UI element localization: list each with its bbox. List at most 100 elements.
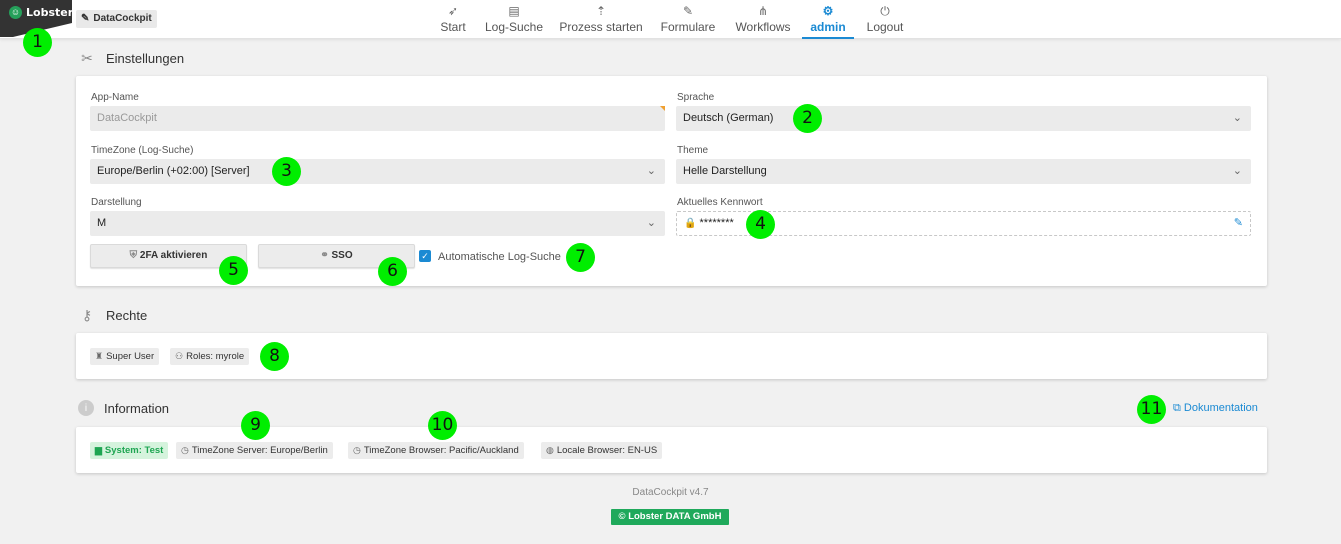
password-value: ******** bbox=[699, 217, 734, 229]
timezone-select[interactable]: Europe/Berlin (+02:00) [Server] ⌄ bbox=[90, 159, 665, 184]
sso-label: SSO bbox=[331, 250, 353, 261]
chevron-down-icon: ⌄ bbox=[1232, 112, 1242, 124]
nav-start-label: Start bbox=[440, 20, 466, 34]
enable-2fa-label: 2FA aktivieren bbox=[139, 250, 208, 261]
super-user-tag: ♜ Super User bbox=[90, 348, 160, 365]
company-label: Lobster DATA GmbH bbox=[628, 511, 722, 522]
marker-9: 9 bbox=[241, 411, 270, 440]
globe-icon: ◍ bbox=[546, 445, 554, 455]
user-secret-icon: ♜ bbox=[95, 351, 104, 361]
pencil-icon[interactable]: ✎ bbox=[1234, 212, 1243, 235]
tools-icon: ✂ bbox=[81, 49, 93, 66]
edit-icon: ✎ bbox=[682, 4, 694, 18]
company-badge[interactable]: © Lobster DATA GmbH bbox=[611, 509, 729, 525]
clock-icon: ◷ bbox=[353, 445, 361, 455]
field-indicator bbox=[660, 106, 665, 111]
app-name-label: App-Name bbox=[91, 92, 139, 103]
app-chip[interactable]: ✎ DataCockpit bbox=[76, 10, 157, 28]
nav-log-suche-label: Log-Suche bbox=[484, 20, 544, 34]
pencil-icon: ✎ bbox=[81, 13, 90, 24]
timezone-browser-tag: ◷ TimeZone Browser: Pacific/Auckland bbox=[348, 442, 524, 459]
logo-text: Lobster bbox=[26, 6, 74, 19]
marker-1: 1 bbox=[23, 28, 52, 57]
auto-log-search-checkbox[interactable]: ✓ bbox=[419, 250, 431, 262]
users-icon: ⚇ bbox=[175, 351, 184, 361]
chevron-down-icon: ⌄ bbox=[1232, 165, 1242, 177]
timezone-server-label: TimeZone Server: Europe/Berlin bbox=[191, 445, 328, 456]
system-label: System: Test bbox=[104, 445, 164, 456]
display-label: Darstellung bbox=[91, 197, 142, 208]
log-file-icon: ▤ bbox=[508, 4, 520, 18]
timezone-server-tag: ◷ TimeZone Server: Europe/Berlin bbox=[176, 442, 333, 459]
nav-logout-label: Logout bbox=[866, 20, 904, 34]
workflow-icon: ⋔ bbox=[757, 4, 769, 18]
timezone-value: Europe/Berlin (+02:00) [Server] bbox=[97, 165, 250, 177]
marker-3: 3 bbox=[272, 157, 301, 186]
timezone-label: TimeZone (Log-Suche) bbox=[91, 145, 194, 156]
upload-icon: ⇡ bbox=[595, 4, 607, 18]
app-name-field: DataCockpit bbox=[90, 106, 665, 131]
display-select[interactable]: M ⌄ bbox=[90, 211, 665, 236]
locale-browser-label: Locale Browser: EN-US bbox=[556, 445, 658, 456]
theme-label: Theme bbox=[677, 145, 709, 156]
marker-7: 7 bbox=[566, 243, 595, 272]
chevron-down-icon: ⌄ bbox=[646, 165, 656, 177]
lock-icon: 🔒 bbox=[684, 218, 697, 229]
copyright-icon: © bbox=[618, 511, 626, 522]
marker-10: 10 bbox=[428, 411, 457, 440]
rights-section-title: ⚷ Rechte bbox=[78, 306, 147, 324]
password-label: Aktuelles Kennwort bbox=[677, 197, 763, 208]
shield-icon: ⛨ bbox=[129, 250, 138, 261]
nav-logout[interactable]: ⏻ Logout bbox=[862, 0, 908, 39]
user-gear-icon: ⚙ bbox=[822, 4, 834, 18]
language-select[interactable]: Deutsch (German) ⌄ bbox=[676, 106, 1251, 131]
marker-8: 8 bbox=[260, 342, 289, 371]
nav-formulare[interactable]: ✎ Formulare bbox=[656, 0, 720, 39]
timezone-browser-label: TimeZone Browser: Pacific/Auckland bbox=[363, 445, 519, 456]
roles-label: Roles: myrole bbox=[186, 351, 245, 362]
power-icon: ⏻ bbox=[880, 4, 890, 18]
rocket-icon: ➶ bbox=[447, 4, 459, 18]
app-name-value: DataCockpit bbox=[97, 112, 157, 124]
nav-prozess-starten[interactable]: ⇡ Prozess starten bbox=[557, 0, 645, 39]
rights-card: ♜ Super User ⚇ Roles: myrole bbox=[76, 333, 1267, 379]
marker-6: 6 bbox=[378, 257, 407, 286]
marker-11: 11 bbox=[1137, 395, 1166, 424]
lobster-logo-icon: ☺ bbox=[9, 6, 22, 19]
documentation-label: Dokumentation bbox=[1183, 402, 1258, 414]
rights-title: Rechte bbox=[106, 307, 148, 323]
nav-workflows[interactable]: ⋔ Workflows bbox=[730, 0, 796, 39]
locale-browser-tag: ◍ Locale Browser: EN-US bbox=[541, 442, 663, 459]
theme-value: Helle Darstellung bbox=[683, 165, 767, 177]
super-user-label: Super User bbox=[106, 351, 155, 362]
marker-5: 5 bbox=[219, 256, 248, 285]
nav-prozess-starten-label: Prozess starten bbox=[559, 20, 643, 34]
marker-2: 2 bbox=[793, 104, 822, 133]
settings-section-title: ✂ Einstellungen bbox=[78, 49, 184, 67]
settings-card: App-Name DataCockpit Sprache Deutsch (Ge… bbox=[76, 76, 1267, 286]
language-value: Deutsch (German) bbox=[683, 112, 774, 124]
nav-start[interactable]: ➶ Start bbox=[433, 0, 473, 39]
nav-formulare-label: Formulare bbox=[660, 20, 716, 34]
info-icon: i bbox=[78, 400, 94, 416]
documentation-link[interactable]: ⧉ Dokumentation bbox=[1173, 402, 1258, 415]
nav-admin[interactable]: ⚙ admin bbox=[802, 0, 854, 39]
nav-log-suche[interactable]: ▤ Log-Suche bbox=[482, 0, 546, 39]
key-icon: ⚷ bbox=[81, 306, 93, 323]
system-tag: ▆ System: Test bbox=[90, 442, 169, 459]
settings-title: Einstellungen bbox=[106, 50, 185, 66]
footer-version: DataCockpit v4.7 bbox=[632, 487, 709, 498]
display-value: M bbox=[97, 217, 107, 229]
theme-select[interactable]: Helle Darstellung ⌄ bbox=[676, 159, 1251, 184]
monitor-icon: ▆ bbox=[95, 445, 102, 455]
app-chip-label: DataCockpit bbox=[93, 13, 152, 24]
marker-4: 4 bbox=[746, 210, 775, 239]
auto-log-search-label: Automatische Log-Suche bbox=[438, 251, 561, 263]
clock-icon: ◷ bbox=[181, 445, 189, 455]
link-icon: ⚭ bbox=[320, 250, 329, 261]
nav-admin-label: admin bbox=[810, 20, 846, 34]
info-title: Information bbox=[104, 400, 170, 416]
top-bar: ☺ Lobster ✎ DataCockpit ➶ Start ▤ Log-Su… bbox=[0, 0, 1341, 39]
info-section-title: i Information bbox=[78, 400, 169, 416]
chevron-down-icon: ⌄ bbox=[646, 217, 656, 229]
